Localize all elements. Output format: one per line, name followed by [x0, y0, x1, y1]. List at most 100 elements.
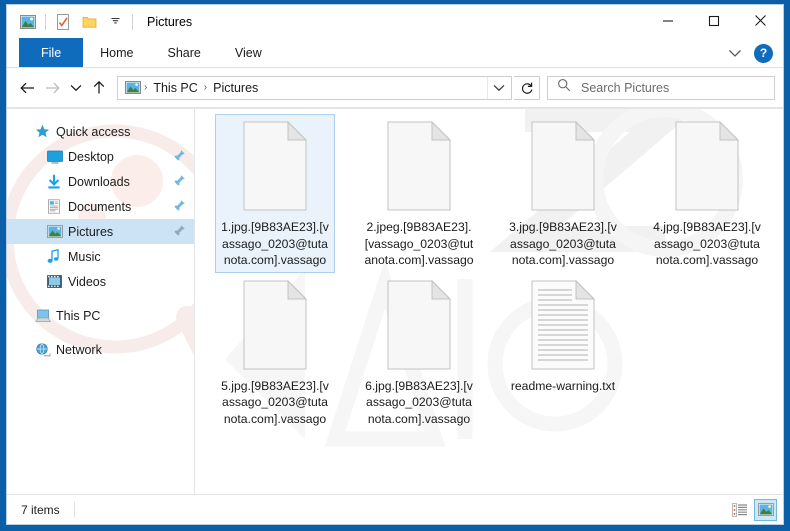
sidebar-label-documents: Documents	[68, 199, 132, 214]
file-item[interactable]: 1.jpg.[9B83AE23].[vassago_0203@tutanota.…	[215, 114, 335, 273]
pin-icon[interactable]	[173, 149, 186, 165]
breadcrumb-separator-2: ›	[203, 82, 208, 93]
recent-locations-button[interactable]	[65, 75, 86, 101]
ribbon-tabs: File Home Share View ?	[7, 38, 783, 68]
breadcrumb-item-pictures[interactable]: Pictures	[209, 81, 262, 95]
sidebar-gap-1	[7, 294, 194, 303]
blank-file-icon	[240, 279, 310, 371]
tab-file[interactable]: File	[19, 38, 84, 67]
qat-divider-1	[45, 13, 46, 30]
downloads-icon	[47, 174, 68, 189]
explorer-window: Pictures File Home Share View ? › This P…	[6, 4, 784, 525]
network-icon	[35, 342, 56, 357]
breadcrumb-pictures-icon	[124, 81, 142, 94]
file-name: 1.jpg.[9B83AE23].[vassago_0203@tutanota.…	[221, 220, 329, 267]
details-view-button[interactable]	[728, 499, 751, 521]
breadcrumb-separator-1: ›	[144, 82, 148, 93]
sidebar-label-quick-access: Quick access	[56, 124, 131, 139]
explorer-body: Quick access Desktop Downloads Documents…	[7, 108, 783, 494]
minimize-button[interactable]	[645, 5, 691, 36]
file-grid: 1.jpg.[9B83AE23].[vassago_0203@tutanota.…	[195, 109, 783, 431]
desktop-icon	[47, 150, 68, 164]
sidebar-label-downloads: Downloads	[68, 174, 130, 189]
tab-home[interactable]: Home	[83, 38, 150, 67]
refresh-button[interactable]	[514, 75, 540, 100]
sidebar-label-desktop: Desktop	[68, 149, 114, 164]
this-pc-icon	[35, 309, 56, 323]
sidebar-item-videos[interactable]: Videos	[7, 269, 194, 294]
title-bar: Pictures	[7, 5, 783, 38]
breadcrumb[interactable]: › This PC › Pictures	[117, 75, 512, 100]
file-list-pane[interactable]: 1.jpg.[9B83AE23].[vassago_0203@tutanota.…	[195, 109, 783, 494]
quick-access-toolbar	[7, 10, 137, 34]
file-name: 6.jpg.[9B83AE23].[vassago_0203@tutanota.…	[365, 378, 473, 426]
pictures-icon	[47, 225, 68, 238]
pin-icon[interactable]	[173, 224, 186, 240]
blank-file-icon	[240, 120, 310, 212]
sidebar-gap-2	[7, 328, 194, 337]
status-bar: 7 items	[7, 494, 783, 524]
file-item[interactable]: 6.jpg.[9B83AE23].[vassago_0203@tutanota.…	[359, 273, 479, 432]
sidebar-item-network[interactable]: Network	[7, 337, 194, 362]
sidebar-item-music[interactable]: Music	[7, 244, 194, 269]
pin-icon[interactable]	[173, 174, 186, 190]
sidebar-label-this-pc: This PC	[56, 308, 101, 323]
large-icons-view-button[interactable]	[754, 498, 777, 521]
pin-icon[interactable]	[173, 199, 186, 215]
navigation-pane: Quick access Desktop Downloads Documents…	[7, 109, 195, 494]
sidebar-item-desktop[interactable]: Desktop	[7, 144, 194, 169]
pictures-folder-icon[interactable]	[15, 10, 41, 34]
breadcrumb-item-this-pc[interactable]: This PC	[149, 81, 201, 95]
file-name: 5.jpg.[9B83AE23].[vassago_0203@tutanota.…	[221, 378, 329, 426]
sidebar-item-quick-access[interactable]: Quick access	[7, 119, 194, 144]
window-title: Pictures	[147, 14, 193, 29]
help-button[interactable]: ?	[754, 43, 773, 63]
file-item[interactable]: 2.jpeg.[9B83AE23].[vassago_0203@tutanota…	[359, 114, 479, 273]
sidebar-item-this-pc[interactable]: This PC	[7, 303, 194, 328]
item-count-label: 7 items	[21, 502, 60, 517]
forward-button[interactable]	[40, 75, 65, 101]
file-name: readme-warning.txt	[510, 378, 616, 393]
file-item[interactable]: readme-warning.txt	[503, 273, 623, 432]
sidebar-item-documents[interactable]: Documents	[7, 194, 194, 219]
tab-view[interactable]: View	[218, 38, 279, 67]
back-button[interactable]	[15, 75, 40, 101]
sidebar-item-pictures[interactable]: Pictures	[7, 219, 194, 244]
address-bar: › This PC › Pictures Search Pictures	[7, 68, 783, 108]
view-toggle-group	[728, 498, 777, 521]
close-button[interactable]	[737, 5, 783, 36]
music-icon	[47, 249, 68, 264]
search-input[interactable]: Search Pictures	[547, 75, 775, 100]
collapse-ribbon-chevron-icon[interactable]	[722, 41, 748, 65]
videos-icon	[47, 275, 68, 288]
up-button[interactable]	[86, 75, 111, 101]
tab-share[interactable]: Share	[151, 38, 218, 67]
blank-file-icon	[672, 120, 742, 212]
file-item[interactable]: 4.jpg.[9B83AE23].[vassago_0203@tutanota.…	[647, 114, 767, 273]
properties-icon[interactable]	[50, 10, 76, 34]
customize-qat-chevron-icon[interactable]	[102, 10, 128, 34]
sidebar-label-music: Music	[68, 249, 101, 264]
sidebar-label-videos: Videos	[68, 274, 106, 289]
file-item[interactable]: 3.jpg.[9B83AE23].[vassago_0203@tutanota.…	[503, 114, 623, 273]
file-name: 3.jpg.[9B83AE23].[vassago_0203@tutanota.…	[509, 220, 617, 267]
file-item[interactable]: 5.jpg.[9B83AE23].[vassago_0203@tutanota.…	[215, 273, 335, 432]
star-icon	[35, 124, 56, 139]
sidebar-item-downloads[interactable]: Downloads	[7, 169, 194, 194]
qat-divider-2	[132, 13, 133, 30]
sidebar-label-network: Network	[56, 342, 102, 357]
blank-file-icon	[528, 120, 598, 212]
sidebar-label-pictures: Pictures	[68, 224, 114, 239]
blank-file-icon	[384, 279, 454, 371]
ribbon-right-controls: ?	[722, 38, 777, 68]
text-file-icon	[528, 279, 598, 371]
maximize-button[interactable]	[691, 5, 737, 36]
address-dropdown-chevron-icon[interactable]	[487, 76, 509, 99]
search-icon	[557, 78, 571, 97]
file-name: 2.jpeg.[9B83AE23].[vassago_0203@tutanota…	[364, 220, 474, 267]
blank-file-icon	[384, 120, 454, 212]
documents-icon	[47, 199, 68, 214]
window-controls	[645, 5, 783, 36]
new-folder-icon[interactable]	[76, 10, 102, 34]
file-name: 4.jpg.[9B83AE23].[vassago_0203@tutanota.…	[653, 220, 761, 267]
